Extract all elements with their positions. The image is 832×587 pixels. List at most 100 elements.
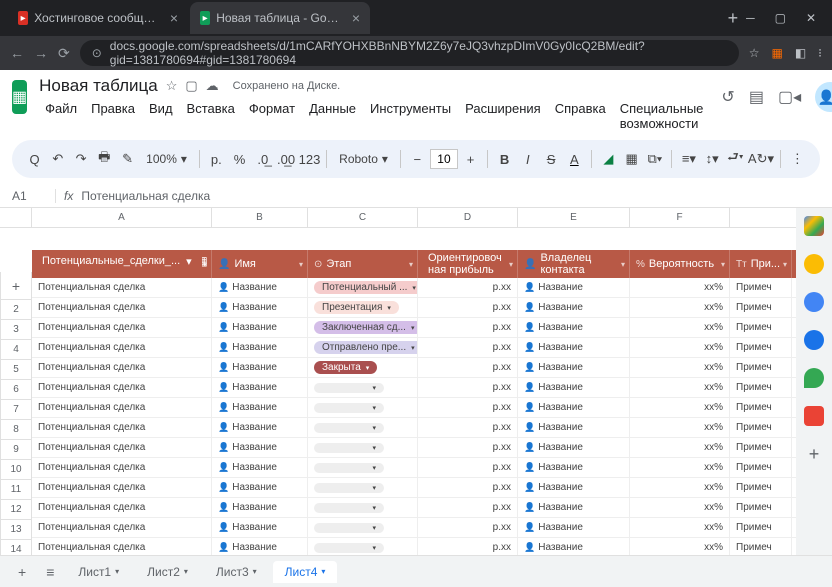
- doc-title[interactable]: Новая таблица: [39, 76, 158, 96]
- cell[interactable]: xx%: [630, 458, 730, 477]
- rotate-button[interactable]: A↻▾: [748, 146, 774, 172]
- table-header[interactable]: 👤Имя▾: [212, 250, 308, 278]
- wrap-button[interactable]: ⮐▾: [725, 146, 746, 172]
- meet-icon[interactable]: ▢◂: [778, 87, 801, 107]
- cell[interactable]: ▾: [308, 438, 418, 457]
- cell[interactable]: Потенциальная сделка: [32, 398, 212, 417]
- cloud-icon[interactable]: ☁: [206, 78, 219, 94]
- browser-tab[interactable]: ▸Хостинговое сообщество «Tim×: [8, 2, 188, 34]
- cell[interactable]: Потенциальная сделка: [32, 278, 212, 297]
- col-header[interactable]: C: [308, 208, 418, 227]
- cell[interactable]: Потенциальная сделка: [32, 418, 212, 437]
- row-header[interactable]: 12: [0, 500, 32, 520]
- cell[interactable]: Примеч: [730, 398, 792, 417]
- cell[interactable]: Потенциальная сделка: [32, 318, 212, 337]
- cell[interactable]: Отправлено пре...▾: [308, 338, 418, 357]
- valign-button[interactable]: ↕▾: [702, 146, 723, 172]
- sheet-tab[interactable]: Лист3 ▾: [204, 561, 269, 583]
- cell[interactable]: Закрыта▾: [308, 358, 418, 377]
- cell[interactable]: Потенциальная сделка: [32, 338, 212, 357]
- maximize-button[interactable]: ▢: [775, 11, 786, 25]
- font-select[interactable]: Roboto ▾: [333, 152, 394, 166]
- cell[interactable]: p.xx: [418, 338, 518, 357]
- cell[interactable]: Потенциальная сделка: [32, 438, 212, 457]
- cell[interactable]: 👤Название: [212, 338, 308, 357]
- bold-button[interactable]: B: [494, 146, 515, 172]
- all-sheets-button[interactable]: ≡: [38, 560, 62, 584]
- contacts-sideicon[interactable]: [804, 330, 824, 350]
- cell[interactable]: Примеч: [730, 318, 792, 337]
- col-header[interactable]: F: [630, 208, 730, 227]
- menu-вид[interactable]: Вид: [143, 98, 179, 134]
- cell[interactable]: xx%: [630, 358, 730, 377]
- print-button[interactable]: 🖶: [94, 146, 115, 172]
- fill-color-button[interactable]: ◢: [598, 146, 619, 172]
- cell[interactable]: xx%: [630, 418, 730, 437]
- menu-данные[interactable]: Данные: [303, 98, 362, 134]
- cell[interactable]: Примеч: [730, 298, 792, 317]
- undo-button[interactable]: ↶: [47, 146, 68, 172]
- cell[interactable]: Примеч: [730, 378, 792, 397]
- browser-tab[interactable]: ▸Новая таблица - Google Табл..×: [190, 2, 370, 34]
- redo-button[interactable]: ↷: [70, 146, 91, 172]
- increase-decimal-button[interactable]: .0̲0: [275, 146, 296, 172]
- cell[interactable]: 👤Название: [518, 538, 630, 555]
- cell[interactable]: xx%: [630, 338, 730, 357]
- cell[interactable]: ▾: [308, 418, 418, 437]
- cell[interactable]: 👤Название: [212, 538, 308, 555]
- cell[interactable]: Примеч: [730, 358, 792, 377]
- cell[interactable]: 👤Название: [212, 298, 308, 317]
- cell[interactable]: Потенциальная сделка: [32, 458, 212, 477]
- cell[interactable]: p.xx: [418, 298, 518, 317]
- cell[interactable]: 👤Название: [212, 438, 308, 457]
- extensions-icon[interactable]: ⁝: [818, 46, 822, 60]
- cell[interactable]: Потенциальный ...▾: [308, 278, 418, 297]
- keep-sideicon[interactable]: [804, 254, 824, 274]
- italic-button[interactable]: I: [517, 146, 538, 172]
- cell[interactable]: 👤Название: [518, 478, 630, 497]
- currency-button[interactable]: р.: [206, 146, 227, 172]
- cell[interactable]: 👤Название: [212, 458, 308, 477]
- cell[interactable]: 👤Название: [518, 418, 630, 437]
- table-chip[interactable]: Потенциальные_сделки_...▾: [32, 250, 202, 272]
- cell[interactable]: 👤Название: [212, 278, 308, 297]
- row-header[interactable]: 2: [0, 300, 32, 320]
- font-inc-button[interactable]: +: [460, 146, 481, 172]
- tasks-sideicon[interactable]: [804, 292, 824, 312]
- cell[interactable]: p.xx: [418, 318, 518, 337]
- cell[interactable]: 👤Название: [518, 338, 630, 357]
- row-header[interactable]: 13: [0, 520, 32, 540]
- cell[interactable]: 👤Название: [518, 378, 630, 397]
- ext-icon[interactable]: ▦: [771, 46, 782, 60]
- calendar-sideicon[interactable]: [804, 216, 824, 236]
- cell[interactable]: xx%: [630, 538, 730, 555]
- cell[interactable]: p.xx: [418, 518, 518, 537]
- cell[interactable]: ▾: [308, 398, 418, 417]
- cell[interactable]: ▾: [308, 458, 418, 477]
- cell[interactable]: ▾: [308, 518, 418, 537]
- cell[interactable]: 👤Название: [518, 278, 630, 297]
- cell[interactable]: Примеч: [730, 518, 792, 537]
- menu-вставка[interactable]: Вставка: [181, 98, 241, 134]
- cell[interactable]: p.xx: [418, 498, 518, 517]
- cell[interactable]: p.xx: [418, 478, 518, 497]
- decrease-decimal-button[interactable]: .0̲: [252, 146, 273, 172]
- row-header[interactable]: 7: [0, 400, 32, 420]
- menu-специальные возможности[interactable]: Специальные возможности: [614, 98, 710, 134]
- percent-button[interactable]: %: [229, 146, 250, 172]
- cell[interactable]: 👤Название: [212, 418, 308, 437]
- cell[interactable]: p.xx: [418, 398, 518, 417]
- row-header[interactable]: 8: [0, 420, 32, 440]
- search-menu-icon[interactable]: Q: [24, 146, 45, 172]
- menu-инструменты[interactable]: Инструменты: [364, 98, 457, 134]
- forward-button[interactable]: →: [34, 45, 48, 61]
- table-header[interactable]: %Вероятность▾: [630, 250, 730, 278]
- cell[interactable]: xx%: [630, 378, 730, 397]
- col-header[interactable]: A: [32, 208, 212, 227]
- cell[interactable]: Примеч: [730, 338, 792, 357]
- new-tab-button[interactable]: +: [720, 8, 747, 29]
- table-header[interactable]: TтПри...▾: [730, 250, 792, 278]
- paint-format-button[interactable]: ✎: [117, 146, 138, 172]
- cell[interactable]: 👤Название: [212, 378, 308, 397]
- cell[interactable]: xx%: [630, 278, 730, 297]
